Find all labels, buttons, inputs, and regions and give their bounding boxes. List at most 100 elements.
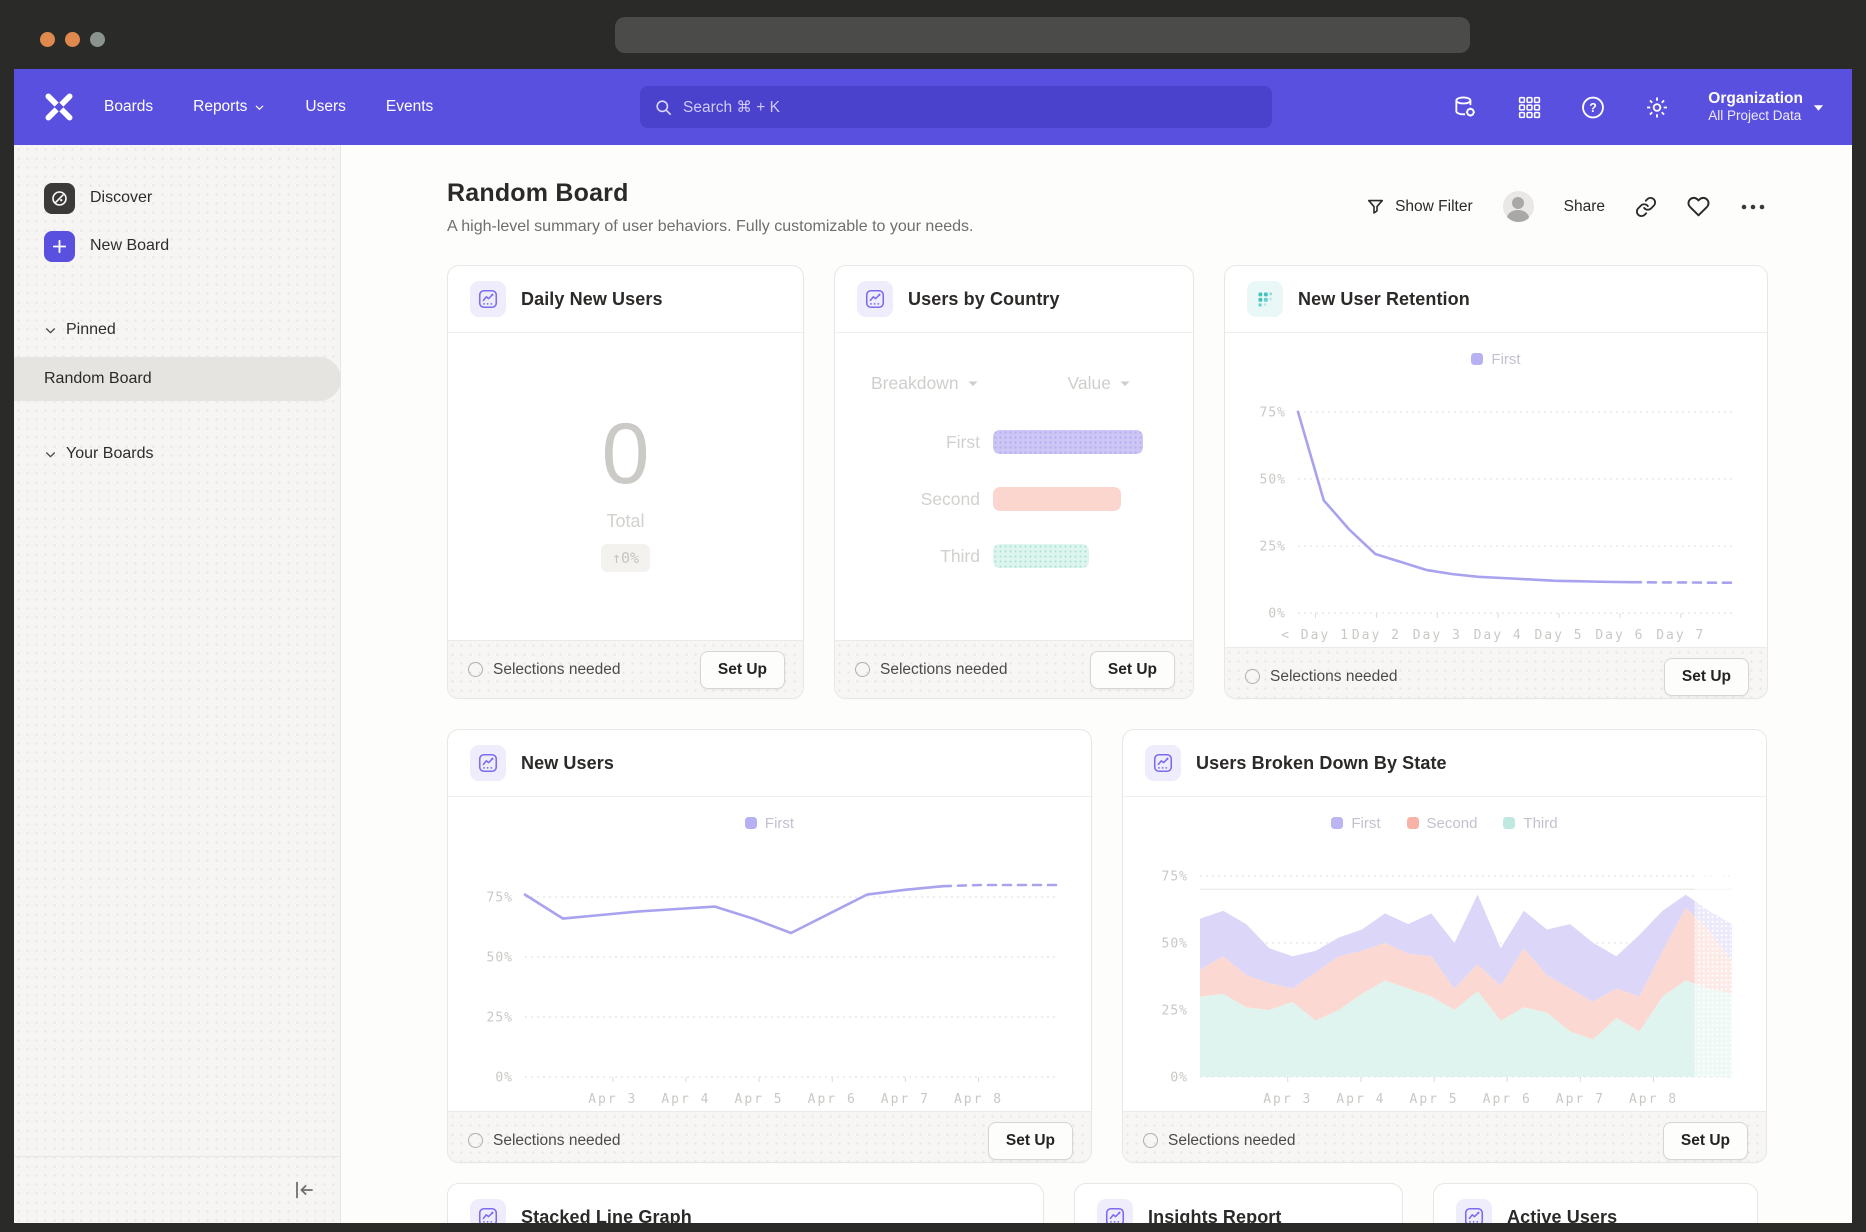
org-switcher[interactable]: Organization All Project Data: [1708, 89, 1824, 125]
page-subtitle: A high-level summary of user behaviors. …: [447, 218, 973, 236]
set-up-button[interactable]: Set Up: [1090, 651, 1175, 689]
card-title: Active Users: [1507, 1207, 1617, 1224]
line-chart-icon: [1145, 745, 1181, 781]
card-users-by-state: Users Broken Down By State First Second …: [1122, 729, 1767, 1163]
set-up-button[interactable]: Set Up: [1663, 1122, 1748, 1160]
chevron-down-icon: [1119, 379, 1131, 388]
global-search[interactable]: Search ⌘ + K: [640, 86, 1272, 128]
nav-item-users[interactable]: Users: [305, 98, 345, 116]
stacked-area-chart: 75%50%25%0%Apr 3Apr 4Apr 5Apr 6Apr 7Apr …: [1140, 835, 1750, 1111]
status-selections-needed: Selections needed: [468, 661, 621, 679]
svg-text:Apr 4: Apr 4: [1336, 1092, 1385, 1107]
copy-link-icon[interactable]: [1635, 196, 1657, 218]
help-icon[interactable]: ?: [1580, 94, 1606, 120]
svg-text:Day 5: Day 5: [1534, 628, 1583, 643]
new-users-line-chart: 75%50%25%0%Apr 3Apr 4Apr 5Apr 6Apr 7Apr …: [465, 835, 1075, 1111]
chevron-down-icon: [44, 324, 57, 337]
svg-text:Day 7: Day 7: [1656, 628, 1705, 643]
window-minimize-button[interactable]: [65, 32, 80, 47]
svg-text:Apr 5: Apr 5: [734, 1092, 783, 1107]
set-up-button[interactable]: Set Up: [988, 1122, 1073, 1160]
value-dropdown: Value: [1068, 373, 1131, 394]
org-project: All Project Data: [1708, 108, 1803, 125]
address-bar[interactable]: [615, 17, 1470, 53]
sidebar-item-new-board[interactable]: New Board: [14, 229, 340, 263]
app-window: Boards Reports Users Events Search ⌘ + K: [14, 69, 1852, 1223]
mixpanel-logo[interactable]: [42, 90, 76, 124]
collapse-sidebar-icon[interactable]: [292, 1178, 316, 1202]
status-selections-needed: Selections needed: [1245, 668, 1398, 686]
svg-text:Apr 8: Apr 8: [953, 1092, 1002, 1107]
chart-legend: First: [1471, 349, 1520, 369]
svg-text:25%: 25%: [486, 1011, 512, 1026]
card-title: Users by Country: [908, 289, 1060, 310]
sidebar-section-your-boards[interactable]: Your Boards: [14, 439, 340, 469]
bar-row: Second: [835, 487, 1193, 511]
sidebar-item-random-board[interactable]: Random Board: [14, 357, 341, 401]
svg-text:25%: 25%: [1260, 539, 1286, 554]
empty-status-icon: [1245, 669, 1260, 684]
line-chart-preview: First 75%50%25%0%Apr 3Apr 4Apr 5Apr 6Apr…: [448, 797, 1091, 1111]
more-options-icon[interactable]: [1740, 202, 1766, 212]
svg-text:0%: 0%: [1170, 1071, 1188, 1086]
legend-swatch: [1471, 353, 1483, 365]
card-title: New Users: [521, 753, 614, 774]
line-chart-icon: [470, 745, 506, 781]
set-up-button[interactable]: Set Up: [1664, 658, 1749, 696]
chart-legend: First Second Third: [1331, 813, 1557, 833]
nav-item-events[interactable]: Events: [386, 98, 433, 116]
svg-text:?: ?: [1589, 100, 1597, 114]
svg-text:50%: 50%: [1161, 936, 1187, 951]
plus-icon: [44, 231, 75, 262]
settings-gear-icon[interactable]: [1644, 94, 1670, 120]
traffic-lights[interactable]: [40, 32, 105, 47]
avatar[interactable]: [1503, 191, 1534, 222]
nav-reports-label: Reports: [193, 98, 247, 116]
new-board-label: New Board: [90, 237, 169, 255]
bar-second: [993, 487, 1121, 511]
svg-text:Apr 7: Apr 7: [1555, 1092, 1604, 1107]
bar-first: [993, 430, 1143, 454]
retention-grid-icon: [1247, 281, 1283, 317]
nav-boards-label: Boards: [104, 98, 153, 116]
svg-text:Apr 3: Apr 3: [1263, 1092, 1312, 1107]
line-chart-icon: [1097, 1199, 1133, 1223]
window-close-button[interactable]: [40, 32, 55, 47]
svg-text:Day 3: Day 3: [1413, 628, 1462, 643]
sidebar-section-pinned[interactable]: Pinned: [14, 315, 340, 345]
svg-text:50%: 50%: [1260, 472, 1286, 487]
legend-swatch: [1503, 817, 1515, 829]
legend-swatch: [1407, 817, 1419, 829]
discover-label: Discover: [90, 189, 152, 207]
nav-item-reports[interactable]: Reports: [193, 98, 265, 116]
stacked-area-preview: First Second Third 75%50%25%0%Apr 3Apr 4…: [1123, 797, 1766, 1111]
your-boards-label: Your Boards: [66, 445, 153, 463]
svg-text:Day 6: Day 6: [1595, 628, 1644, 643]
svg-text:25%: 25%: [1161, 1003, 1187, 1018]
share-button[interactable]: Share: [1564, 198, 1605, 216]
legend-swatch: [1331, 817, 1343, 829]
chevron-down-icon: [967, 379, 979, 388]
legend-swatch: [745, 817, 757, 829]
svg-text:Day 4: Day 4: [1474, 628, 1523, 643]
card-active-users: Active Users: [1433, 1183, 1758, 1223]
retention-chart-preview: First 75%50%25%0%< Day 1Day 2Day 3Day 4D…: [1225, 333, 1767, 647]
set-up-button[interactable]: Set Up: [700, 651, 785, 689]
window-titlebar: [0, 0, 1866, 69]
window-zoom-button[interactable]: [90, 32, 105, 47]
card-title: Daily New Users: [521, 289, 663, 310]
nav-item-boards[interactable]: Boards: [104, 98, 153, 116]
favorite-heart-icon[interactable]: [1687, 195, 1710, 218]
discover-compass-icon: [44, 183, 75, 214]
data-management-icon[interactable]: [1452, 94, 1478, 120]
sidebar-item-discover[interactable]: Discover: [14, 181, 340, 215]
show-filter-label: Show Filter: [1395, 198, 1473, 216]
apps-grid-icon[interactable]: [1516, 94, 1542, 120]
line-chart-icon: [1456, 1199, 1492, 1223]
status-selections-needed: Selections needed: [1143, 1132, 1296, 1150]
breakdown-dropdown: Breakdown: [871, 373, 979, 394]
card-title: New User Retention: [1298, 289, 1470, 310]
metric-delta-badge: ↑0%: [601, 544, 650, 572]
show-filter-button[interactable]: Show Filter: [1366, 197, 1473, 216]
retention-line-chart: 75%50%25%0%< Day 1Day 2Day 3Day 4Day 5Da…: [1238, 371, 1754, 647]
